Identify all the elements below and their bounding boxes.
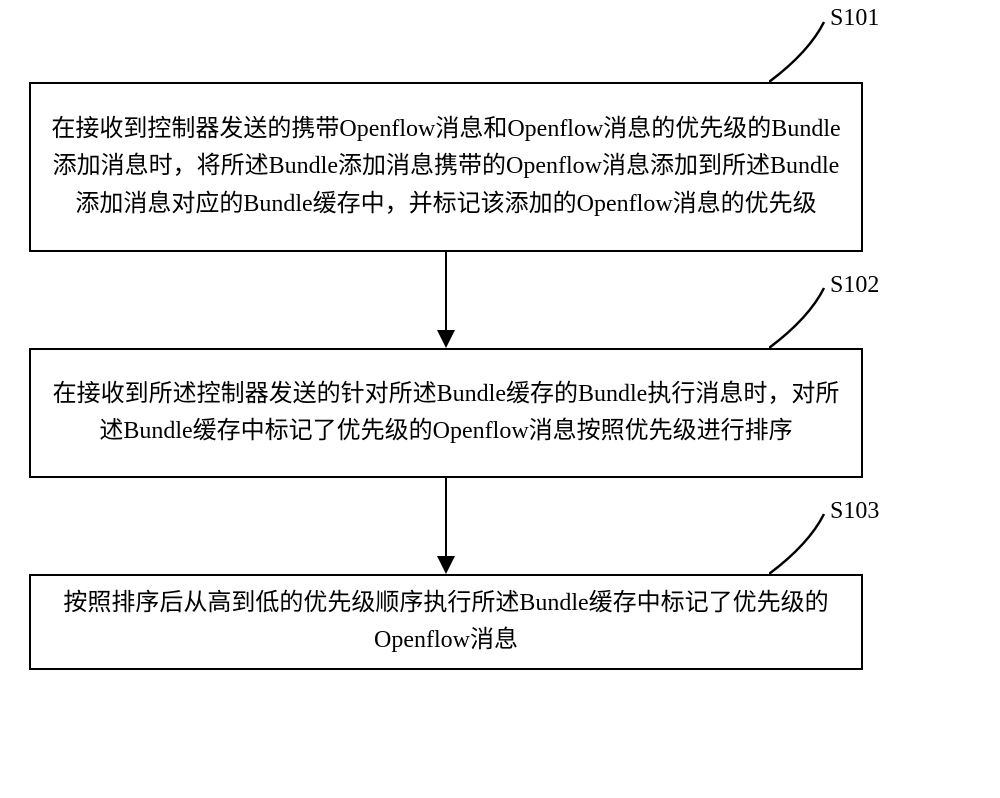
flowchart-canvas: S101 在接收到控制器发送的携带Openflow消息和Openflow消息的优… [0, 0, 1000, 798]
step-text-s103: 按照排序后从高到低的优先级顺序执行所述Bundle缓存中标记了优先级的Openf… [51, 585, 841, 659]
step-box-s103: 按照排序后从高到低的优先级顺序执行所述Bundle缓存中标记了优先级的Openf… [29, 574, 863, 670]
step-text-s101: 在接收到控制器发送的携带Openflow消息和Openflow消息的优先级的Bu… [51, 111, 841, 223]
step-label-s101: S101 [830, 5, 879, 32]
step-box-s101: 在接收到控制器发送的携带Openflow消息和Openflow消息的优先级的Bu… [29, 82, 863, 252]
step-box-s102: 在接收到所述控制器发送的针对所述Bundle缓存的Bundle执行消息时，对所述… [29, 348, 863, 478]
step-label-s102: S102 [830, 272, 879, 299]
step-label-s103: S103 [830, 498, 879, 525]
step-text-s102: 在接收到所述控制器发送的针对所述Bundle缓存的Bundle执行消息时，对所述… [51, 376, 841, 450]
